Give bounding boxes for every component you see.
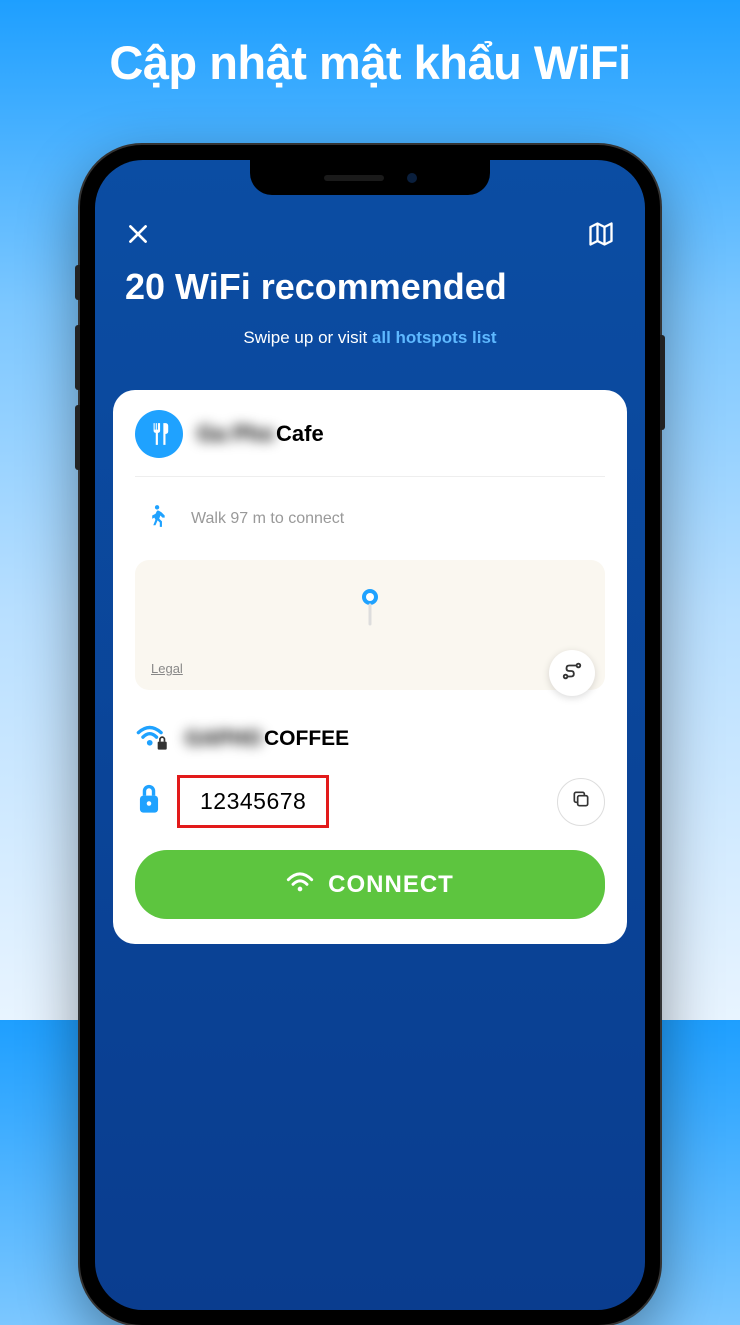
walk-distance-text: Walk 97 m to connect [191,510,344,528]
phone-notch [250,160,490,195]
walk-icon [143,501,169,536]
wifi-lock-icon [135,722,169,755]
wifi-ssid-blurred: GAPHO [185,727,262,750]
phone-side-button [75,265,80,300]
lock-icon [135,782,163,821]
page-title: Cập nhật mật khẩu WiFi [0,0,740,90]
restaurant-icon [135,410,183,458]
phone-side-button [660,335,665,430]
route-button[interactable] [549,650,595,696]
connect-label: CONNECT [328,871,454,899]
header-subtitle: Swipe up or visit all hotspots list [125,328,615,348]
map-legal-link[interactable]: Legal [151,661,183,676]
header-icons [125,220,615,248]
phone-side-button [75,405,80,470]
cafe-name-visible: Cafe [276,421,324,446]
header-title: 20 WiFi recommended [125,266,615,308]
wifi-ssid-visible: COFFEE [264,727,349,750]
notch-camera [407,173,417,183]
password-value: 12345678 [177,775,329,828]
subtitle-prefix: Swipe up or visit [243,328,372,347]
route-icon [561,660,583,687]
map-pin-icon [359,588,381,633]
cafe-name: Ga PhoCafe [197,421,324,447]
phone-frame: 20 WiFi recommended Swipe up or visit al… [80,145,660,1325]
copy-icon [571,789,591,814]
all-hotspots-link[interactable]: all hotspots list [372,328,497,347]
phone-side-button [75,325,80,390]
map-preview[interactable]: Legal [135,560,605,690]
walk-row: Walk 97 m to connect [135,477,605,560]
close-icon[interactable] [125,221,151,247]
wifi-icon [286,870,314,899]
wifi-ssid: GAPHOCOFFEE [185,727,349,751]
copy-button[interactable] [557,778,605,826]
wifi-row: GAPHOCOFFEE [135,714,605,775]
phone-screen: 20 WiFi recommended Swipe up or visit al… [95,160,645,1310]
cafe-name-blurred: Ga Pho [197,421,274,446]
connect-button[interactable]: CONNECT [135,850,605,919]
map-icon[interactable] [587,220,615,248]
hotspot-card: Ga PhoCafe Walk 97 m to connect [113,390,627,944]
cafe-row[interactable]: Ga PhoCafe [135,410,605,477]
notch-speaker [324,175,384,181]
password-row: 12345678 [135,775,605,828]
